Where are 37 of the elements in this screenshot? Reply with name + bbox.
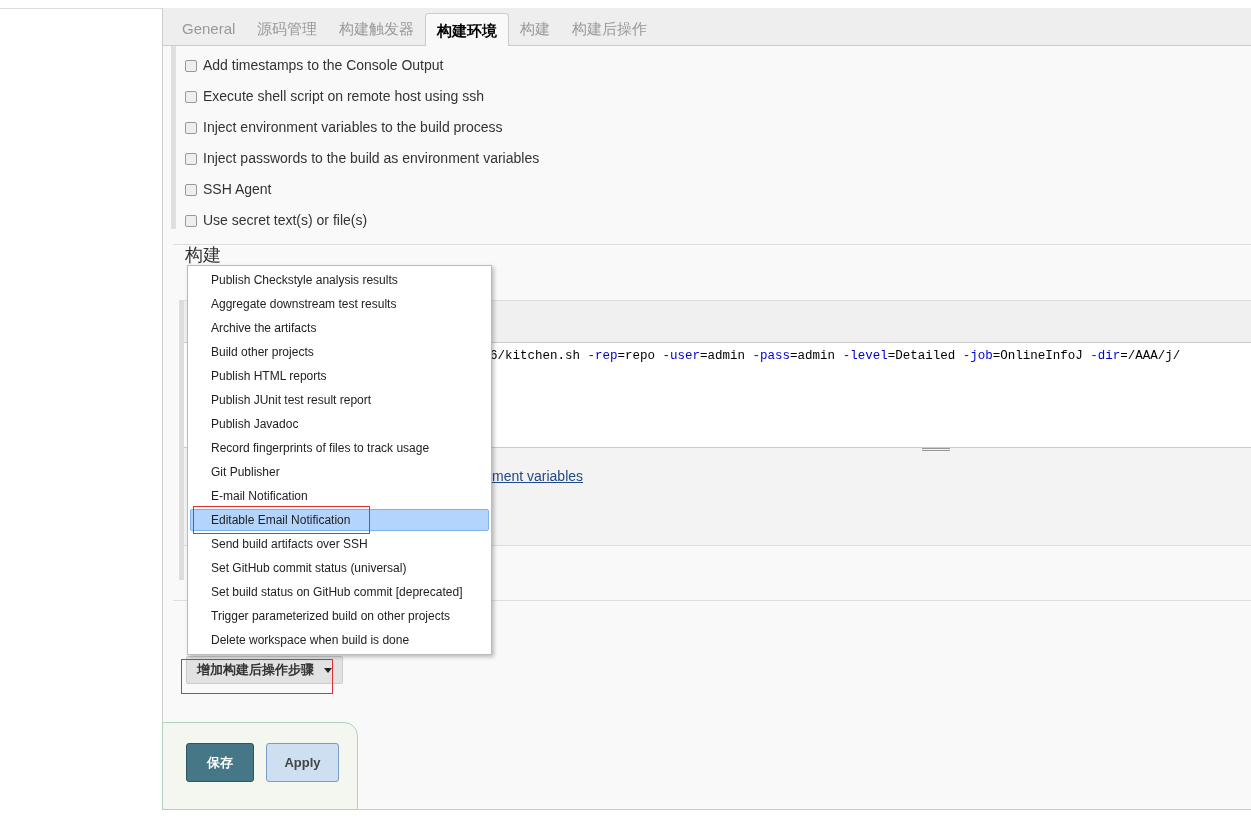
add-post-build-step-button[interactable]: 增加构建后操作步骤 [186,656,343,684]
menu-item[interactable]: Publish Javadoc [190,413,489,435]
menu-item[interactable]: Publish Checkstyle analysis results [190,269,489,291]
menu-item[interactable]: Trigger parameterized build on other projects [190,605,489,627]
menu-item[interactable]: Publish HTML reports [190,365,489,387]
section-heading: 构建 [185,245,221,265]
checkbox[interactable] [185,152,197,165]
menu-item[interactable]: Aggregate downstream test results [190,293,489,315]
menu-item[interactable]: Publish JUnit test result report [190,389,489,411]
menu-item[interactable]: Record fingerprints of files to track usage [190,437,489,459]
checkbox-label: Add timestamps to the Console Output [203,56,444,75]
checkbox[interactable] [185,59,197,72]
checkbox-label: SSH Agent [203,180,272,199]
menu-item[interactable]: Build other projects [190,341,489,363]
checkbox-label: Use secret text(s) or file(s) [203,211,368,230]
menu-item[interactable]: Delete workspace when build is done [190,629,489,651]
checkbox[interactable] [185,214,197,227]
checkbox-label: Execute shell script on remote host using ssh [203,87,484,106]
caret-icon [324,667,332,673]
resize-handle[interactable] [922,448,950,451]
checkbox-label: Inject passwords to the build as environment variables [203,149,540,168]
menu-item[interactable]: E-mail Notification [190,485,489,507]
checkbox[interactable] [185,90,197,103]
menu-item[interactable]: Send build artifacts over SSH [190,533,489,555]
checkbox[interactable] [185,121,197,134]
menu-item[interactable]: Set build status on GitHub commit [deprecated] [190,581,489,603]
command-line: 6/kitchen.sh -rep=repo -user=admin -pass=admin -level=Detailed -job=OnlineInfoJ -dir=/AAA/j/ [490,348,1181,365]
menu-item[interactable]: Editable Email Notification [190,509,489,531]
checkbox[interactable] [185,183,197,196]
save-button[interactable]: 保存 [186,743,254,782]
menu-item[interactable]: Archive the artifacts [190,317,489,339]
menu-item[interactable]: Set GitHub commit status (universal) [190,557,489,579]
env-variables-link[interactable]: ment variables [492,468,584,484]
tab[interactable]: 构建环境 [425,13,510,46]
apply-button[interactable]: Apply [266,743,339,782]
menu-item[interactable]: Git Publisher [190,461,489,483]
checkbox-label: Inject environment variables to the build process [203,118,503,137]
